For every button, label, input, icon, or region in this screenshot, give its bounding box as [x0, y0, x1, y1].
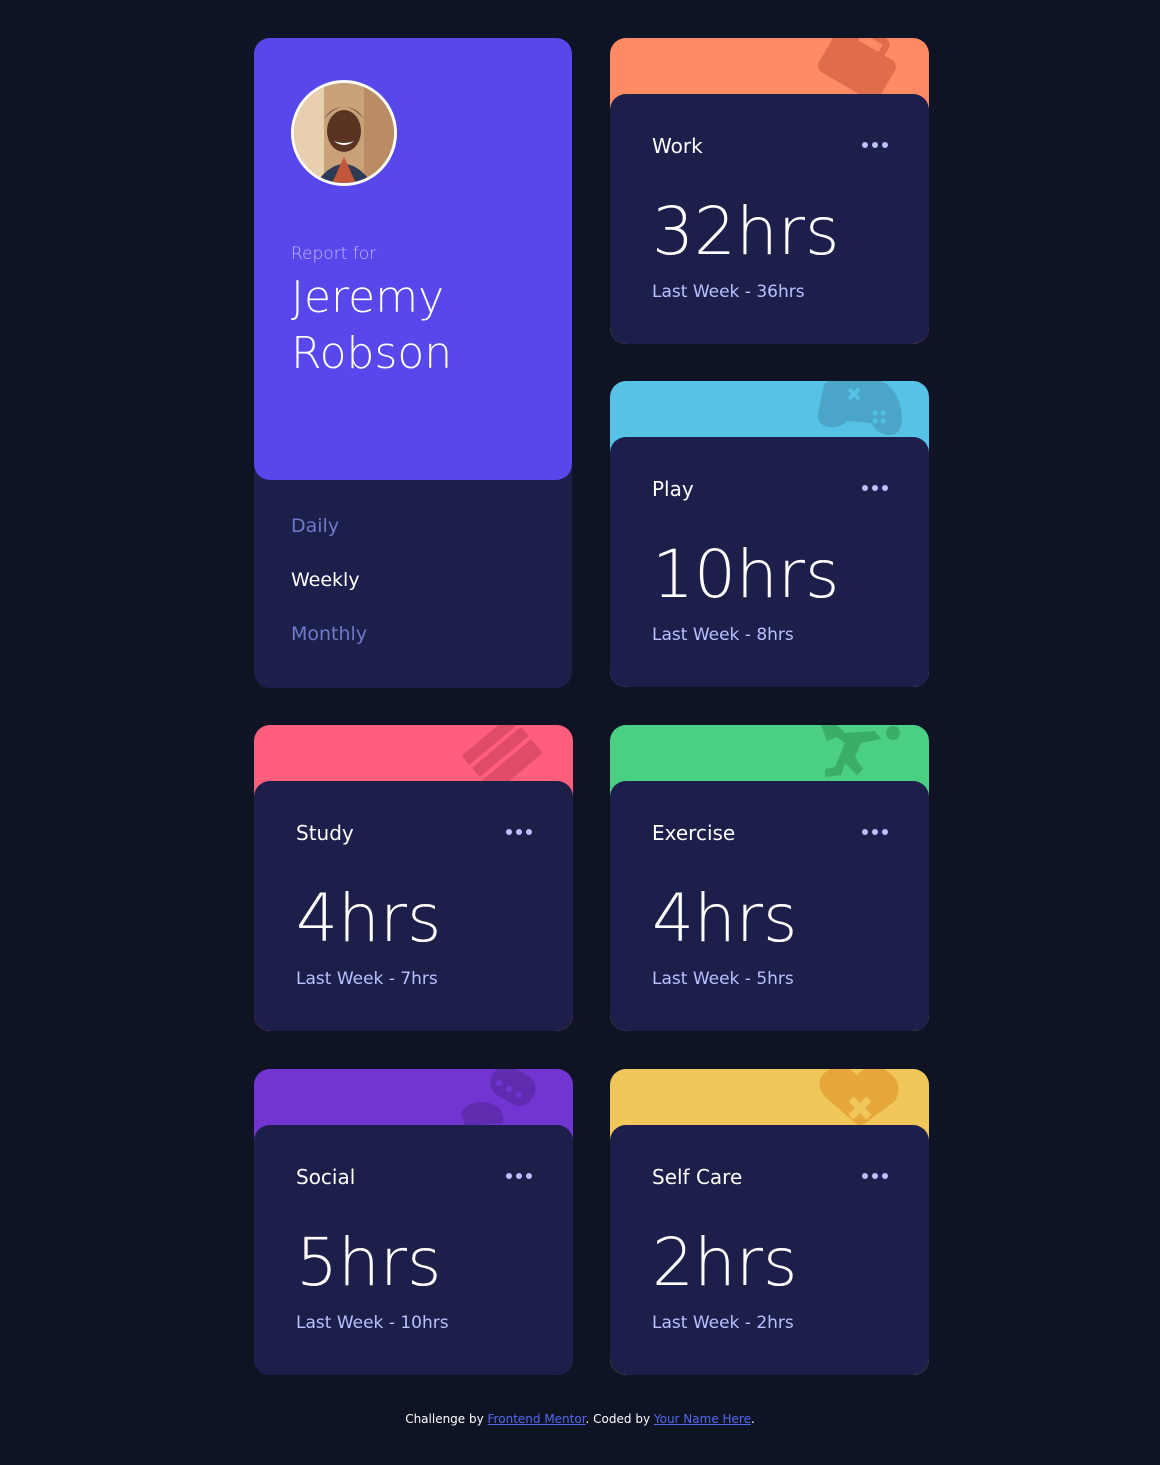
previous-hours: Last Week - 5hrs: [652, 969, 794, 989]
ellipsis-icon[interactable]: [505, 1171, 533, 1181]
current-hours: 2hrs: [652, 1224, 798, 1301]
attribution: Challenge by Frontend Mentor. Coded by Y…: [0, 1412, 1160, 1426]
activity-card-exercise: Exercise 4hrs Last Week - 5hrs: [610, 725, 929, 1031]
card-title: Play: [652, 477, 694, 501]
user-name: Jeremy Robson: [291, 270, 551, 382]
attribution-prefix: Challenge by: [405, 1412, 484, 1426]
profile-card: Report for Jeremy Robson Daily Weekly Mo…: [254, 38, 572, 688]
runner-icon: [821, 725, 900, 777]
card-body: Exercise 4hrs Last Week - 5hrs: [610, 781, 929, 1031]
card-body: Play 10hrs Last Week - 8hrs: [610, 437, 929, 687]
activity-card-self-care: Self Care 2hrs Last Week - 2hrs: [610, 1069, 929, 1375]
current-hours: 5hrs: [296, 1224, 442, 1301]
avatar-photo: [294, 83, 394, 183]
book-icon: [462, 725, 542, 783]
attribution-coded-by: . Coded by: [585, 1412, 651, 1426]
previous-hours: Last Week - 10hrs: [296, 1313, 449, 1333]
activity-card-play: Play 10hrs Last Week - 8hrs: [610, 381, 929, 687]
card-body: Self Care 2hrs Last Week - 2hrs: [610, 1125, 929, 1375]
period-daily[interactable]: Daily: [291, 515, 339, 537]
activity-card-social: Social 5hrs Last Week - 10hrs: [254, 1069, 573, 1375]
card-body: Work 32hrs Last Week - 36hrs: [610, 94, 929, 344]
previous-hours: Last Week - 36hrs: [652, 282, 805, 302]
ellipsis-icon[interactable]: [505, 827, 533, 837]
frontend-mentor-link[interactable]: Frontend Mentor: [488, 1412, 586, 1426]
current-hours: 10hrs: [652, 536, 840, 613]
card-title: Study: [296, 821, 354, 845]
previous-hours: Last Week - 2hrs: [652, 1313, 794, 1333]
previous-hours: Last Week - 8hrs: [652, 625, 794, 645]
previous-hours: Last Week - 7hrs: [296, 969, 438, 989]
first-name: Jeremy: [291, 272, 445, 323]
heart-icon: [819, 1069, 899, 1127]
card-body: Study 4hrs Last Week - 7hrs: [254, 781, 573, 1031]
ellipsis-icon[interactable]: [861, 483, 889, 493]
current-hours: 4hrs: [296, 880, 442, 957]
activity-card-study: Study 4hrs Last Week - 7hrs: [254, 725, 573, 1031]
profile-header: Report for Jeremy Robson: [254, 38, 572, 480]
author-link[interactable]: Your Name Here: [654, 1412, 751, 1426]
period-monthly[interactable]: Monthly: [291, 623, 367, 645]
ellipsis-icon[interactable]: [861, 827, 889, 837]
chat-bubbles-icon: [461, 1069, 536, 1127]
gamepad-icon: [818, 381, 902, 435]
card-title: Self Care: [652, 1165, 743, 1189]
avatar: [291, 80, 397, 186]
briefcase-icon: [818, 38, 896, 96]
card-title: Exercise: [652, 821, 736, 845]
report-for-label: Report for: [291, 244, 377, 264]
ellipsis-icon[interactable]: [861, 1171, 889, 1181]
ellipsis-icon[interactable]: [861, 140, 889, 150]
card-body: Social 5hrs Last Week - 10hrs: [254, 1125, 573, 1375]
card-title: Work: [652, 134, 703, 158]
attribution-end: .: [750, 1412, 755, 1426]
card-title: Social: [296, 1165, 356, 1189]
current-hours: 32hrs: [652, 193, 840, 270]
activity-card-work: Work 32hrs Last Week - 36hrs: [610, 38, 929, 344]
period-weekly[interactable]: Weekly: [291, 569, 360, 591]
last-name: Robson: [291, 328, 453, 379]
current-hours: 4hrs: [652, 880, 798, 957]
